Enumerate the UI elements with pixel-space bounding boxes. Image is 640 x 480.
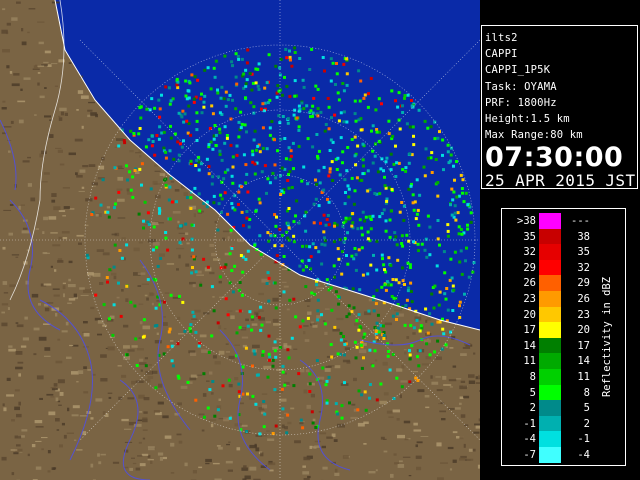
sidebar: ilts2 CAPPI CAPPI_1P5K Task: OYAMA PRF: … bbox=[480, 0, 640, 480]
legend-title-container: Reflectivity in dBZ bbox=[592, 209, 622, 465]
legend-title: Reflectivity in dBZ bbox=[601, 276, 614, 398]
legend-low-value: 11 bbox=[523, 355, 536, 368]
legend-high-value: -1 bbox=[577, 433, 590, 446]
legend-swatch bbox=[539, 369, 561, 385]
legend-high-value: 35 bbox=[577, 246, 590, 259]
legend-high-value: 29 bbox=[577, 277, 590, 290]
legend-high-value: 20 bbox=[577, 324, 590, 337]
legend-low-value: -7 bbox=[523, 449, 536, 461]
legend-swatch bbox=[539, 384, 561, 401]
legend-high-value: 23 bbox=[577, 308, 590, 321]
legend-low-value: 17 bbox=[523, 324, 536, 337]
legend-swatch bbox=[539, 353, 561, 370]
legend-swatch bbox=[539, 244, 561, 261]
legend-swatch bbox=[539, 400, 561, 417]
observation-time: 07:30:00 bbox=[485, 142, 624, 174]
legend-high-value: 11 bbox=[577, 371, 590, 383]
legend-high-value: 8 bbox=[583, 386, 590, 399]
legend-swatch bbox=[539, 415, 561, 432]
legend-low-value: 29 bbox=[523, 261, 536, 274]
legend-high-value: 14 bbox=[577, 355, 590, 368]
legend-swatch bbox=[539, 447, 561, 463]
legend-swatch bbox=[539, 259, 561, 276]
legend-swatch bbox=[539, 275, 561, 292]
legend-low-value: 23 bbox=[523, 293, 536, 305]
legend-low-value: -1 bbox=[523, 417, 536, 430]
legend-low-value: 2 bbox=[529, 402, 536, 415]
max-range-value: Max Range:80 km bbox=[485, 129, 583, 142]
observation-date: 25 APR 2015 JST bbox=[485, 171, 636, 191]
legend-low-value: -4 bbox=[523, 433, 536, 446]
legend-low-value: 5 bbox=[529, 386, 536, 399]
height-value: Height:1.5 km bbox=[485, 113, 570, 126]
legend-swatch bbox=[539, 337, 561, 354]
legend-high-value: --- bbox=[571, 215, 590, 227]
radar-map-canvas[interactable] bbox=[0, 0, 480, 480]
legend-high-value: 2 bbox=[583, 417, 590, 430]
legend-low-value: 20 bbox=[523, 308, 536, 321]
legend-high-value: 17 bbox=[577, 339, 590, 352]
legend-low-value: >38 bbox=[517, 215, 536, 227]
legend-low-value: 14 bbox=[523, 339, 536, 352]
legend-swatch bbox=[539, 322, 561, 339]
legend-high-value: 32 bbox=[577, 261, 590, 274]
legend-high-value: 26 bbox=[577, 293, 590, 305]
legend-high-value: 38 bbox=[577, 230, 590, 243]
legend-swatch bbox=[539, 213, 561, 229]
legend-low-value: 8 bbox=[529, 371, 536, 383]
task-name: Task: OYAMA bbox=[485, 80, 557, 93]
color-legend: >38 --- 35 38 32 35 29 32 26 29 23 26 20 23 17 20 14 17 11… bbox=[501, 208, 626, 466]
legend-low-value: 26 bbox=[523, 277, 536, 290]
legend-high-value: -4 bbox=[577, 449, 590, 461]
product-type: CAPPI bbox=[485, 48, 518, 61]
prf-value: PRF: 1800Hz bbox=[485, 96, 557, 109]
legend-swatch bbox=[539, 306, 561, 323]
radar-id: ilts2 bbox=[485, 32, 518, 44]
product-name: CAPPI_1P5K bbox=[485, 64, 551, 77]
legend-swatch bbox=[539, 291, 561, 307]
radar-map-view[interactable] bbox=[0, 0, 480, 480]
info-panel: ilts2 CAPPI CAPPI_1P5K Task: OYAMA PRF: … bbox=[481, 25, 638, 191]
legend-swatch bbox=[539, 228, 561, 245]
legend-high-value: 5 bbox=[583, 402, 590, 415]
legend-low-value: 32 bbox=[523, 246, 536, 259]
legend-swatch bbox=[539, 431, 561, 448]
legend-low-value: 35 bbox=[523, 230, 536, 243]
